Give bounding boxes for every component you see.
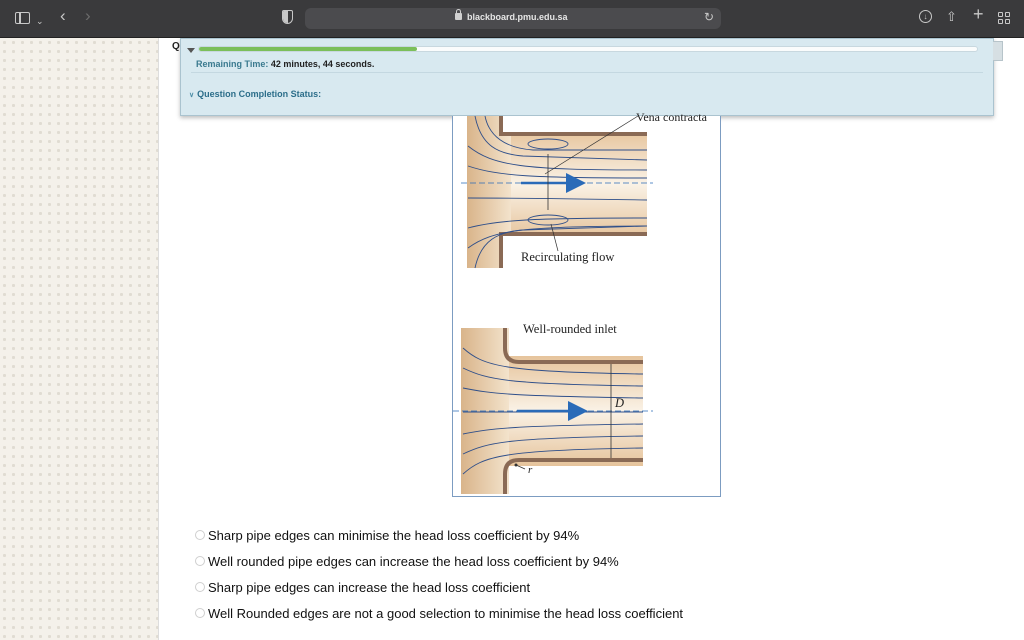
forward-icon[interactable]: › <box>85 7 91 24</box>
well-rounded-inlet-label: Well-rounded inlet <box>523 322 617 336</box>
browser-toolbar: ⌄ ‹ › blackboard.pmu.edu.sa ↻ ↓ ⇧ + <box>0 0 1024 38</box>
reload-icon[interactable]: ↻ <box>704 10 714 24</box>
double-chevron-down-icon: ∨ <box>189 92 195 99</box>
timer-panel: Remaining Time: 42 minutes, 44 seconds. … <box>180 38 994 116</box>
url-text: blackboard.pmu.edu.sa <box>467 12 568 22</box>
flow-diagram-svg <box>453 116 653 494</box>
answer-option-label: Well Rounded edges are not a good select… <box>208 606 684 621</box>
diameter-label: D <box>615 396 625 410</box>
back-icon[interactable]: ‹ <box>60 7 66 24</box>
remaining-time-label: Remaining Time: <box>196 59 269 69</box>
radio-button[interactable] <box>195 582 205 592</box>
lock-icon <box>455 9 462 20</box>
share-icon[interactable]: ⇧ <box>946 9 957 25</box>
answer-option-label: Well rounded pipe edges can increase the… <box>208 554 619 569</box>
flow-diagram-figure: Vena contracta Recirculating flow Well-r… <box>452 110 721 497</box>
completion-status-label: Question Completion Status: <box>197 89 322 99</box>
new-tab-icon[interactable]: + <box>973 5 984 23</box>
answer-option-4[interactable]: Well Rounded edges are not a good select… <box>195 606 683 621</box>
time-progress-bar <box>198 46 978 52</box>
radio-button[interactable] <box>195 608 205 618</box>
collapse-triangle-icon[interactable] <box>187 48 195 53</box>
sidebar-toggle-icon[interactable] <box>15 12 30 24</box>
question-completion-status[interactable]: ∨ Question Completion Status: <box>189 89 321 99</box>
downloads-icon[interactable]: ↓ <box>919 10 932 23</box>
address-bar[interactable]: blackboard.pmu.edu.sa ↻ <box>305 8 721 29</box>
answer-option-2[interactable]: Well rounded pipe edges can increase the… <box>195 554 619 569</box>
remaining-time: Remaining Time: 42 minutes, 44 seconds. <box>196 59 374 69</box>
time-progress-fill <box>199 47 417 51</box>
chevron-down-icon[interactable]: ⌄ <box>36 13 44 29</box>
radio-button[interactable] <box>195 530 205 540</box>
panel-edge-tab[interactable] <box>993 41 1003 61</box>
answer-option-3[interactable]: Sharp pipe edges can increase the head l… <box>195 580 530 595</box>
tab-overview-icon[interactable] <box>998 12 1010 24</box>
recirculating-flow-label: Recirculating flow <box>521 250 615 264</box>
remaining-time-value: 42 minutes, 44 seconds. <box>270 59 375 69</box>
question-label: Q <box>172 41 180 52</box>
answer-option-label: Sharp pipe edges can increase the head l… <box>208 580 531 595</box>
answer-option-label: Sharp pipe edges can minimise the head l… <box>208 528 580 543</box>
vena-contracta-label: Vena contracta <box>636 110 707 124</box>
radio-button[interactable] <box>195 556 205 566</box>
radius-label: r <box>528 464 533 476</box>
divider <box>191 72 983 73</box>
answer-option-1[interactable]: Sharp pipe edges can minimise the head l… <box>195 528 579 543</box>
privacy-shield-icon[interactable] <box>282 10 293 24</box>
background-pattern <box>0 38 158 640</box>
